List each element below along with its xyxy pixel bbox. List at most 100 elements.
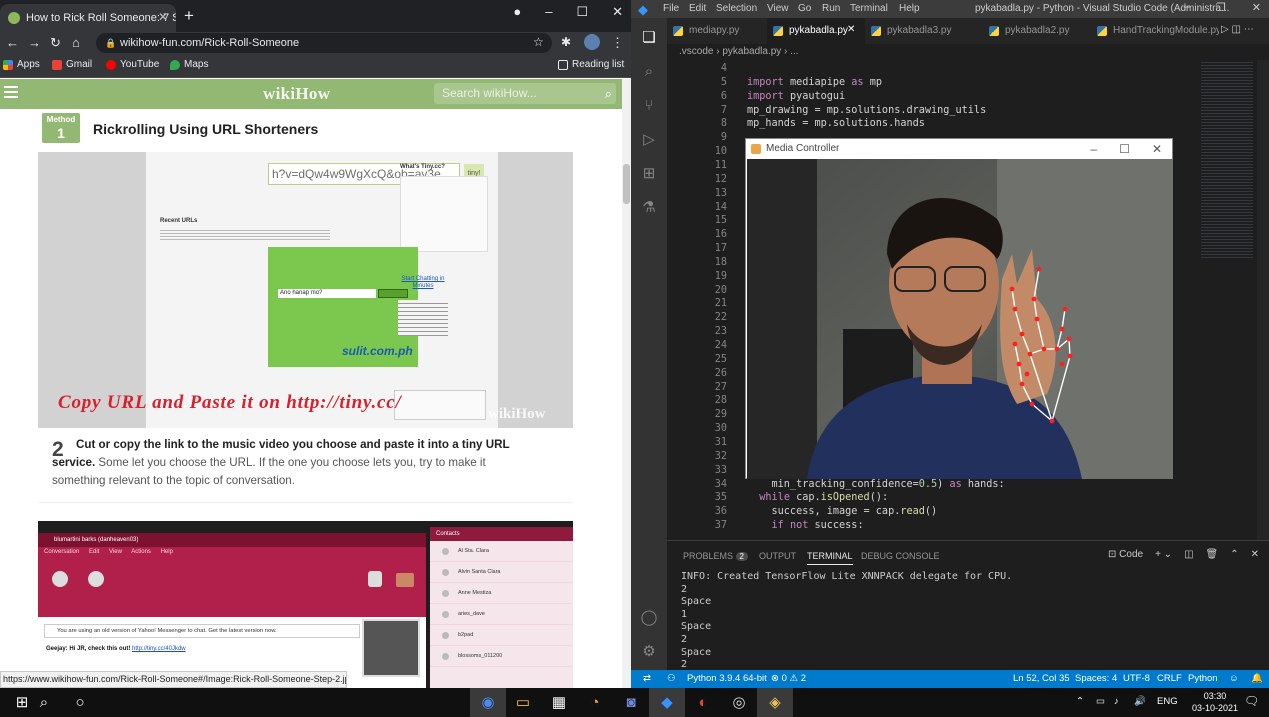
chrome-taskbar-icon[interactable]: ◉ — [470, 688, 506, 717]
minimize-button[interactable]: – — [545, 4, 552, 20]
menu-go[interactable]: Go — [798, 3, 811, 14]
maximize-button[interactable]: ☐ — [1119, 139, 1130, 159]
search-icon[interactable]: ⌕ — [26, 688, 62, 717]
close-window-button[interactable]: ✕ — [612, 4, 623, 20]
system-clock[interactable]: 03:30 03-10-2021 — [1192, 690, 1238, 714]
minimize-button[interactable]: – — [1184, 1, 1190, 14]
tab-pykabadla2[interactable]: pykabadla2.py — [983, 18, 1087, 44]
search-icon[interactable]: ⌕ — [639, 62, 659, 82]
reading-list-button[interactable]: Reading list — [558, 59, 624, 70]
remote-icon[interactable]: ⇄ — [643, 673, 651, 684]
volume-icon[interactable]: 🔊 — [1134, 696, 1146, 707]
tab-problems[interactable]: PROBLEMS 2 — [683, 551, 748, 561]
firefox-icon[interactable]: ◔ — [577, 688, 613, 717]
extensions-icon[interactable]: ⊞ — [639, 164, 659, 184]
wikihow-search-input[interactable]: Search wikiHow... ⌕ — [434, 83, 616, 104]
tab-output[interactable]: OUTPUT — [759, 551, 796, 561]
restore-button[interactable]: ❐ — [1216, 1, 1226, 14]
reload-button[interactable]: ↻ — [50, 35, 61, 51]
notification-center-icon[interactable]: 🗨 — [1244, 694, 1259, 708]
tab-pykabadla3[interactable]: pykabadla3.py — [865, 18, 969, 44]
step-1-image[interactable]: h?v=dQw4w9WgXcQ&ob=av3e tiny! What's Tin… — [38, 152, 573, 428]
tab-terminal[interactable]: TERMINAL — [807, 551, 853, 565]
chrome-profile-icon[interactable]: ● — [513, 4, 521, 20]
address-bar[interactable]: 🔒 wikihow-fun.com/Rick-Roll-Someone — [96, 33, 552, 53]
discord-icon[interactable]: ◙ — [613, 688, 649, 717]
close-window-button[interactable]: ✕ — [1152, 139, 1162, 159]
new-tab-button[interactable]: + — [184, 6, 194, 26]
tab-handtracking[interactable]: HandTrackingModule.py — [1091, 18, 1219, 44]
browser-tab[interactable]: How to Rick Roll Someone: 7 Ste ✕ — [0, 4, 176, 32]
file-explorer-icon[interactable]: ▭ — [505, 688, 541, 717]
editor-scrollbar[interactable] — [1257, 60, 1269, 540]
media-player-icon[interactable]: ▦ — [541, 688, 577, 717]
menu-selection[interactable]: Selection — [716, 3, 757, 14]
explorer-icon[interactable]: ❏ — [639, 28, 659, 48]
network-icon[interactable]: ▭ — [1096, 696, 1105, 707]
input-language[interactable]: ENG — [1157, 696, 1178, 707]
menu-file[interactable]: File — [663, 3, 679, 14]
minimap[interactable] — [1201, 60, 1253, 260]
tab-debug-console[interactable]: DEBUG CONSOLE — [861, 551, 940, 561]
microphone-icon[interactable]: ♪ — [1114, 696, 1119, 707]
python-interpreter[interactable]: Python 3.9.4 64-bit — [687, 673, 767, 684]
account-icon[interactable]: ◯ — [639, 608, 659, 628]
home-button[interactable]: ⌂ — [72, 35, 80, 50]
profile-avatar[interactable] — [584, 34, 600, 50]
menu-run[interactable]: Run — [822, 3, 840, 14]
problems-summary[interactable]: ⊗ 0 ⚠ 2 — [771, 673, 806, 684]
menu-edit[interactable]: Edit — [689, 3, 706, 14]
settings-gear-icon[interactable]: ⚙ — [639, 642, 659, 662]
tray-chevron-icon[interactable]: ⌃ — [1076, 696, 1084, 707]
bookmark-apps[interactable]: Apps — [3, 59, 40, 70]
run-file-icon[interactable]: ▷ ◫ ⋯ — [1221, 24, 1254, 35]
app-taskbar-icon[interactable]: ◐ — [685, 688, 721, 717]
media-controller-window[interactable]: Media Controller – ☐ ✕ — [745, 138, 1173, 479]
close-tab-icon[interactable]: ✕ — [158, 10, 168, 24]
close-tab-icon[interactable]: ✕ — [847, 24, 855, 35]
source-control-icon[interactable]: ⑂ — [639, 96, 659, 116]
notifications-bell-icon[interactable]: 🔔 — [1251, 673, 1263, 684]
close-panel-icon[interactable]: ✕ — [1251, 549, 1259, 560]
cursor-position[interactable]: Ln 52, Col 35 — [1013, 673, 1070, 684]
maximize-button[interactable]: ☐ — [576, 4, 588, 20]
wikihow-logo[interactable]: wikiHow — [263, 84, 330, 104]
vscode-taskbar-icon[interactable]: ◆ — [649, 688, 685, 717]
menu-terminal[interactable]: Terminal — [850, 3, 888, 14]
settings-taskbar-icon[interactable]: ◎ — [721, 688, 757, 717]
split-terminal-icon[interactable]: ◫ — [1184, 549, 1193, 560]
media-titlebar[interactable]: Media Controller – ☐ ✕ — [746, 139, 1172, 159]
testing-icon[interactable]: ⚗ — [639, 198, 659, 218]
python-taskbar-icon[interactable]: ◈ — [757, 688, 793, 717]
new-terminal-icon[interactable]: + ⌄ — [1155, 549, 1172, 560]
bookmark-youtube[interactable]: YouTube — [106, 59, 159, 70]
breadcrumb[interactable]: .vscode › pykabadla.py › ... — [667, 44, 1269, 60]
hamburger-menu-icon[interactable] — [4, 86, 18, 98]
terminal-shell-selector[interactable]: ⊡ Code — [1108, 549, 1143, 560]
back-button[interactable]: ← — [6, 35, 19, 50]
step-2-image[interactable]: blumartini barks (danheaven03) Conversat… — [38, 521, 573, 688]
extensions-icon[interactable]: ✱ — [561, 35, 571, 49]
close-window-button[interactable]: ✕ — [1252, 1, 1261, 14]
run-debug-icon[interactable]: ▷ — [639, 130, 659, 150]
bookmark-maps[interactable]: Maps — [170, 59, 208, 70]
minimize-button[interactable]: – — [1090, 139, 1097, 159]
bookmark-star-icon[interactable]: ☆ — [533, 35, 544, 49]
search-icon[interactable]: ⌕ — [605, 83, 612, 104]
bookmark-gmail[interactable]: Gmail — [52, 59, 92, 70]
tab-mediapy[interactable]: mediapy.py — [667, 18, 767, 44]
indentation[interactable]: Spaces: 4 — [1075, 673, 1117, 684]
menu-view[interactable]: View — [767, 3, 789, 14]
language-mode[interactable]: Python — [1188, 673, 1218, 684]
kill-terminal-icon[interactable]: 🗑 — [1206, 549, 1219, 560]
page-scrollbar[interactable] — [622, 79, 631, 688]
terminal-output[interactable]: INFO: Created TensorFlow Lite XNNPACK de… — [681, 571, 1012, 672]
forward-button[interactable]: → — [28, 35, 41, 50]
encoding[interactable]: UTF-8 — [1123, 673, 1150, 684]
live-share-icon[interactable]: ⚇ — [667, 673, 676, 684]
maximize-panel-icon[interactable]: ⌃ — [1230, 549, 1238, 560]
line-ending[interactable]: CRLF — [1157, 673, 1182, 684]
menu-help[interactable]: Help — [899, 3, 920, 14]
feedback-icon[interactable]: ☺ — [1229, 673, 1239, 684]
chrome-menu-icon[interactable]: ⋮ — [611, 35, 624, 51]
